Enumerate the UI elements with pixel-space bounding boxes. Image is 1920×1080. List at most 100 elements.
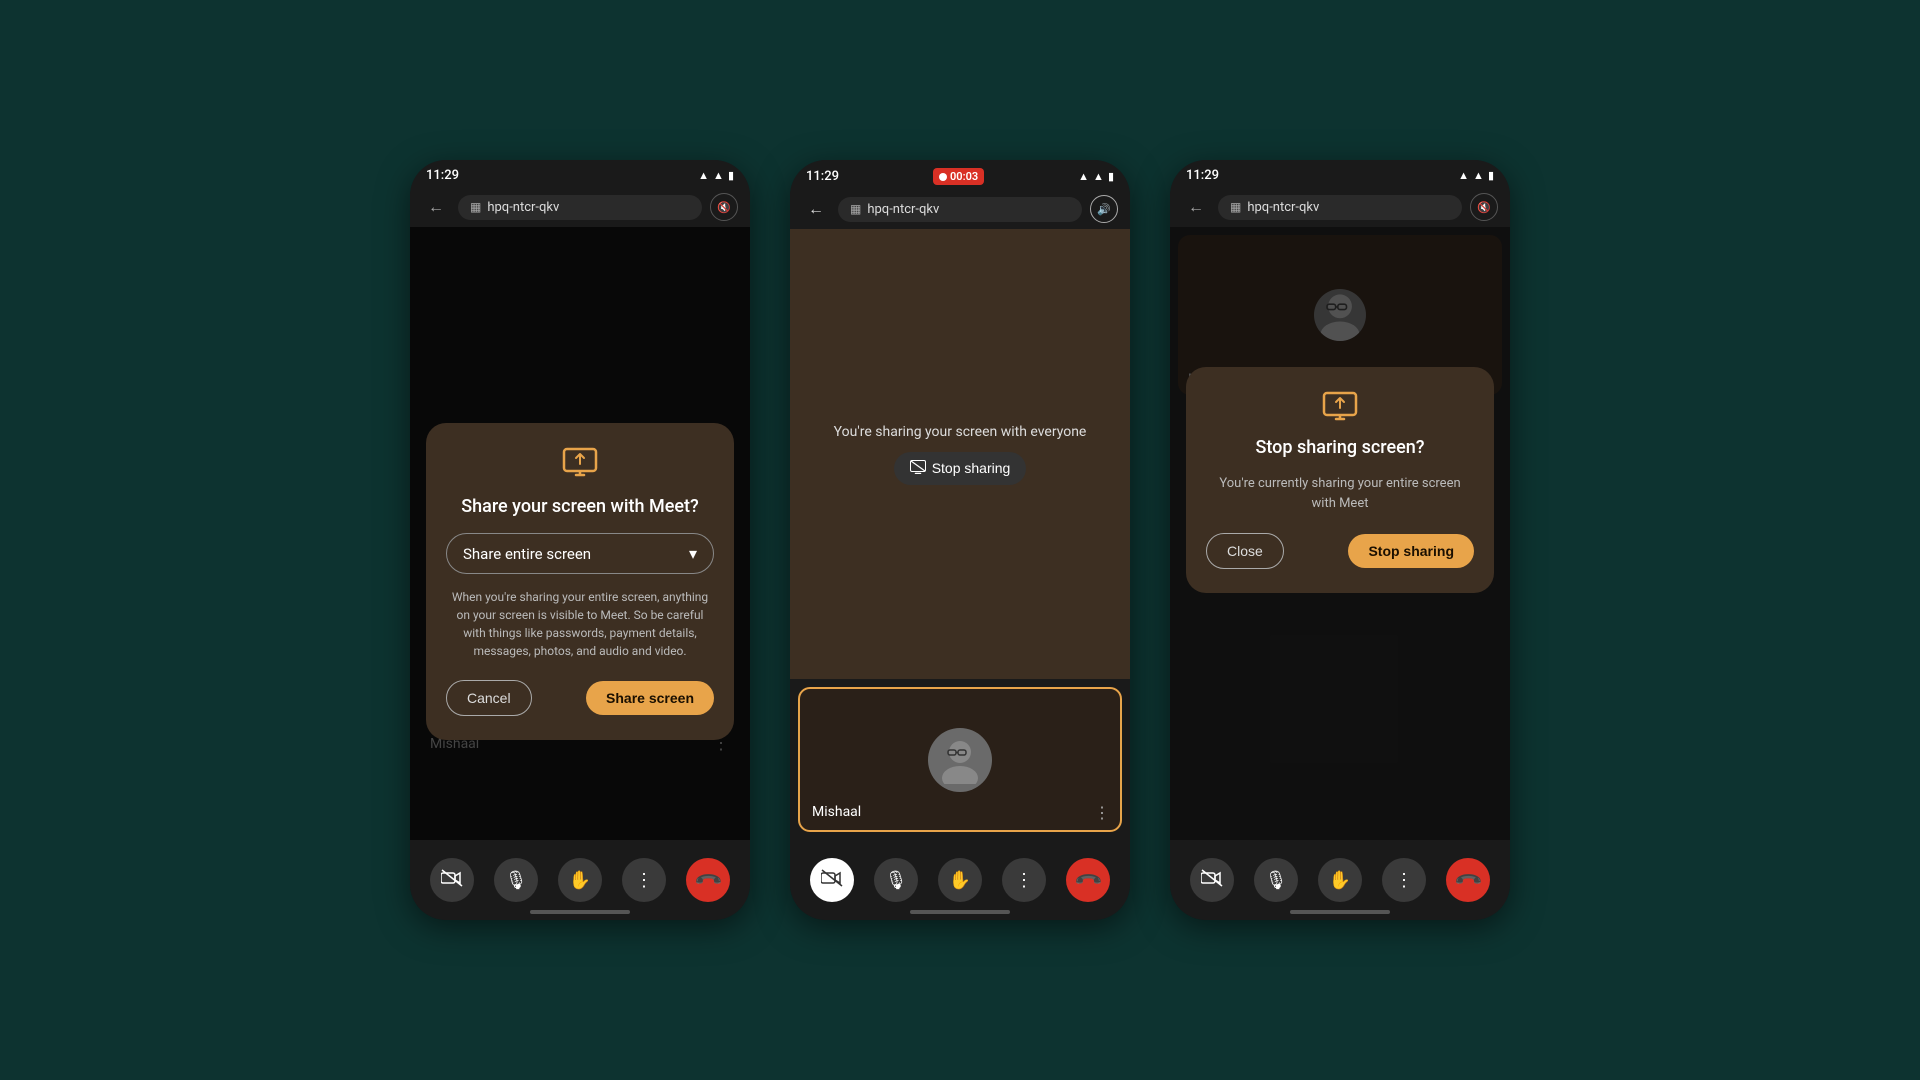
phone-frame-2: 11:29 00:03 ▲ ▲ ▮ ← ▦ hpq-ntcr-qkv 🔊 You… bbox=[790, 160, 1130, 920]
sound-icon-2: 🔊 bbox=[1097, 203, 1111, 216]
end-call-button-3[interactable]: 📞 bbox=[1446, 858, 1490, 902]
participant-section-2: Mishaal ⋮ bbox=[790, 679, 1130, 840]
participant-card-2: Mishaal ⋮ bbox=[798, 687, 1122, 832]
status-bar-1: 11:29 ▲ ▲ ▮ bbox=[410, 160, 750, 187]
hand-button-2[interactable]: ✋ bbox=[938, 858, 982, 902]
bottom-toolbar-2: 🎙 ✋ ⋮ 📞 bbox=[790, 840, 1130, 920]
phone3-main: Mishaal ⋮ Stop sharing screen? You're cu… bbox=[1170, 227, 1510, 840]
signal-icon-2: ▲ bbox=[1093, 170, 1104, 183]
url-text-1: hpq-ntcr-qkv bbox=[487, 200, 559, 215]
avatar-2 bbox=[928, 728, 992, 792]
battery-icon-2: ▮ bbox=[1108, 170, 1114, 183]
end-call-icon-2: 📞 bbox=[1073, 865, 1104, 896]
stop-modal-title: Stop sharing screen? bbox=[1206, 437, 1474, 458]
calendar-icon-2: ▦ bbox=[850, 202, 861, 216]
sound-button-1[interactable]: 🔇 bbox=[710, 193, 738, 221]
participant-menu-2[interactable]: ⋮ bbox=[1094, 803, 1110, 822]
battery-icon-1: ▮ bbox=[728, 169, 734, 182]
sound-button-3[interactable]: 🔇 bbox=[1470, 193, 1498, 221]
modal-buttons: Cancel Share screen bbox=[446, 680, 714, 716]
wifi-icon-3: ▲ bbox=[1458, 169, 1469, 182]
mic-button-1[interactable]: 🎙 bbox=[494, 858, 538, 902]
end-call-icon-1: 📞 bbox=[693, 865, 724, 896]
url-text-2: hpq-ntcr-qkv bbox=[867, 202, 939, 217]
url-bar-2[interactable]: ▦ hpq-ntcr-qkv bbox=[838, 197, 1082, 222]
camera-off-button-3[interactable] bbox=[1190, 858, 1234, 902]
calendar-icon-3: ▦ bbox=[1230, 200, 1241, 214]
url-bar-3[interactable]: ▦ hpq-ntcr-qkv bbox=[1218, 195, 1462, 220]
sound-icon-3: 🔇 bbox=[1477, 201, 1491, 214]
stop-share-icon bbox=[910, 460, 926, 477]
modal-warning-text: When you're sharing your entire screen, … bbox=[446, 588, 714, 660]
signal-icon-3: ▲ bbox=[1473, 169, 1484, 182]
stop-modal-subtitle: You're currently sharing your entire scr… bbox=[1206, 474, 1474, 513]
phone-frame-1: 11:29 ▲ ▲ ▮ ← ▦ hpq-ntcr-qkv 🔇 bbox=[410, 160, 750, 920]
screen-preview: You're sharing your screen with everyone… bbox=[790, 229, 1130, 679]
wifi-icon-2: ▲ bbox=[1078, 170, 1089, 183]
bottom-toolbar-1: 🎙 ✋ ⋮ 📞 bbox=[410, 840, 750, 920]
hand-button-1[interactable]: ✋ bbox=[558, 858, 602, 902]
stop-modal-buttons: Close Stop sharing bbox=[1206, 533, 1474, 569]
camera-off-button-2[interactable] bbox=[810, 858, 854, 902]
more-button-1[interactable]: ⋮ bbox=[622, 858, 666, 902]
signal-icon-1: ▲ bbox=[713, 169, 724, 182]
share-screen-button[interactable]: Share screen bbox=[586, 681, 714, 715]
stop-sharing-confirm-button[interactable]: Stop sharing bbox=[1348, 534, 1474, 568]
end-call-button-2[interactable]: 📞 bbox=[1066, 858, 1110, 902]
sound-icon-1: 🔇 bbox=[717, 201, 731, 214]
stop-sharing-modal: Stop sharing screen? You're currently sh… bbox=[1186, 367, 1494, 593]
recording-dot bbox=[939, 173, 947, 181]
more-icon-2: ⋮ bbox=[1015, 870, 1033, 891]
sharing-text: You're sharing your screen with everyone bbox=[834, 424, 1087, 440]
hand-button-3[interactable]: ✋ bbox=[1318, 858, 1362, 902]
phone-frame-3: 11:29 ▲ ▲ ▮ ← ▦ hpq-ntcr-qkv 🔇 bbox=[1170, 160, 1510, 920]
dropdown-label: Share entire screen bbox=[463, 545, 591, 563]
participant-name-2: Mishaal bbox=[812, 804, 861, 820]
screen-share-icon bbox=[562, 447, 598, 484]
status-bar-3: 11:29 ▲ ▲ ▮ bbox=[1170, 160, 1510, 187]
mic-button-2[interactable]: 🎙 bbox=[874, 858, 918, 902]
back-button-3[interactable]: ← bbox=[1182, 193, 1210, 221]
hand-icon-2: ✋ bbox=[949, 870, 971, 891]
hand-icon-1: ✋ bbox=[569, 870, 591, 891]
recording-time: 00:03 bbox=[950, 170, 978, 183]
close-button[interactable]: Close bbox=[1206, 533, 1284, 569]
sound-button-2[interactable]: 🔊 bbox=[1090, 195, 1118, 223]
status-time-2: 11:29 bbox=[806, 169, 839, 184]
url-bar-1[interactable]: ▦ hpq-ntcr-qkv bbox=[458, 195, 702, 220]
phone1-main: Mishaal ⋮ Share your screen with Meet? S… bbox=[410, 227, 750, 840]
battery-icon-3: ▮ bbox=[1488, 169, 1494, 182]
share-modal: Share your screen with Meet? Share entir… bbox=[426, 423, 734, 740]
camera-off-icon-1 bbox=[441, 869, 463, 891]
back-button-2[interactable]: ← bbox=[802, 195, 830, 223]
end-call-icon-3: 📞 bbox=[1453, 865, 1484, 896]
browser-bar-1: ← ▦ hpq-ntcr-qkv 🔇 bbox=[410, 187, 750, 227]
more-button-2[interactable]: ⋮ bbox=[1002, 858, 1046, 902]
status-icons-2: ▲ ▲ ▮ bbox=[1078, 170, 1114, 183]
camera-off-icon-3 bbox=[1201, 869, 1223, 892]
more-button-3[interactable]: ⋮ bbox=[1382, 858, 1426, 902]
status-icons-3: ▲ ▲ ▮ bbox=[1458, 169, 1494, 182]
camera-off-button-1[interactable] bbox=[430, 858, 474, 902]
mic-icon-1: 🎙 bbox=[505, 870, 528, 891]
browser-bar-2: ← ▦ hpq-ntcr-qkv 🔊 bbox=[790, 189, 1130, 229]
stop-modal-icon bbox=[1206, 391, 1474, 425]
chevron-down-icon: ▾ bbox=[689, 544, 697, 563]
status-time-1: 11:29 bbox=[426, 168, 459, 183]
stop-sharing-button[interactable]: Stop sharing bbox=[894, 452, 1027, 485]
status-time-3: 11:29 bbox=[1186, 168, 1219, 183]
modal-icon bbox=[446, 447, 714, 484]
bottom-toolbar-3: 🎙 ✋ ⋮ 📞 bbox=[1170, 840, 1510, 920]
cancel-button[interactable]: Cancel bbox=[446, 680, 532, 716]
calendar-icon-1: ▦ bbox=[470, 200, 481, 214]
dropdown-selector[interactable]: Share entire screen ▾ bbox=[446, 533, 714, 574]
end-call-button-1[interactable]: 📞 bbox=[686, 858, 730, 902]
mic-icon-3: 🎙 bbox=[1265, 870, 1288, 891]
status-bar-2: 11:29 00:03 ▲ ▲ ▮ bbox=[790, 160, 1130, 189]
mic-button-3[interactable]: 🎙 bbox=[1254, 858, 1298, 902]
back-button-1[interactable]: ← bbox=[422, 193, 450, 221]
hand-icon-3: ✋ bbox=[1329, 870, 1351, 891]
status-center: 00:03 bbox=[933, 168, 984, 185]
more-icon-1: ⋮ bbox=[635, 870, 653, 891]
url-text-3: hpq-ntcr-qkv bbox=[1247, 200, 1319, 215]
